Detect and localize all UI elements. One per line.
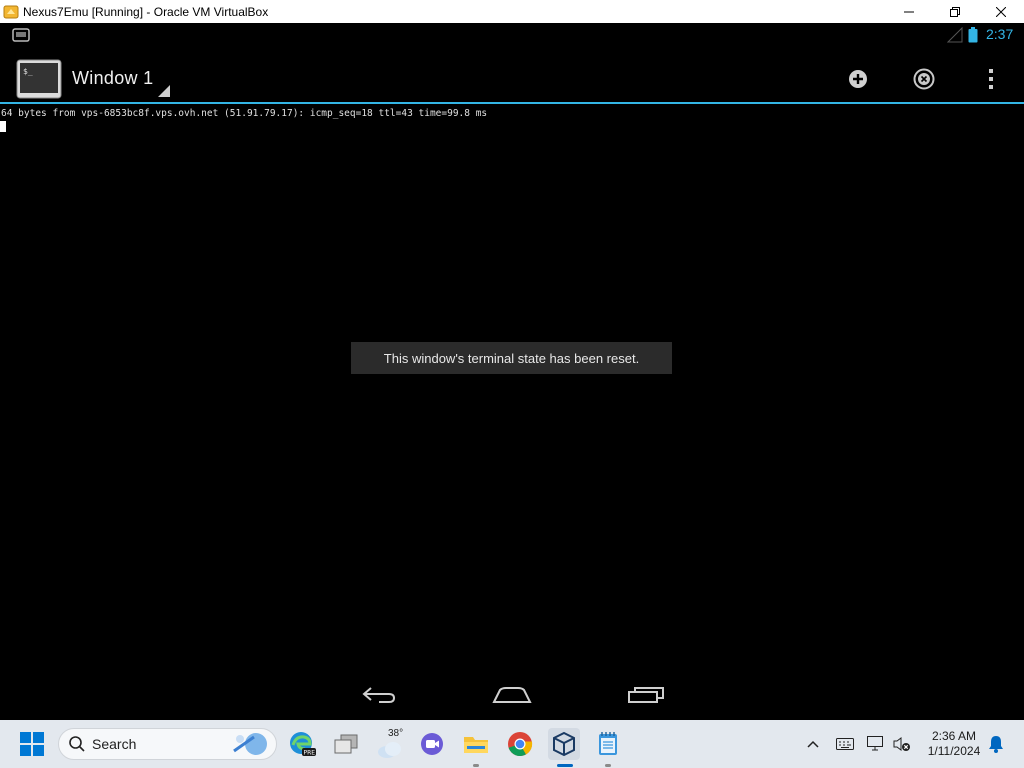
- new-window-icon: [849, 70, 867, 88]
- tray-time: 2:36 AM: [931, 729, 977, 743]
- volume-tray-button[interactable]: [892, 734, 912, 754]
- task-view-icon: [334, 734, 358, 754]
- svg-text:PRE: PRE: [304, 750, 316, 757]
- windows-start-icon[interactable]: [20, 732, 44, 756]
- weather-icon: [378, 742, 401, 758]
- svg-text:$_: $_: [23, 67, 33, 76]
- virtualbox-app-icon: [3, 5, 19, 18]
- notifications-button[interactable]: [986, 734, 1006, 754]
- overflow-menu-button[interactable]: [979, 67, 1003, 91]
- network-monitor-icon: [867, 736, 883, 751]
- taskbar-task-view[interactable]: [330, 728, 362, 760]
- volume-muted-icon: [893, 737, 910, 751]
- taskbar-file-explorer[interactable]: [460, 728, 492, 760]
- terminal-notification-icon: [12, 28, 30, 42]
- virtualbox-icon: [553, 731, 575, 757]
- close-icon: [996, 6, 1006, 17]
- terminal-cursor: [0, 121, 6, 132]
- tray-date: 1/11/2024: [927, 744, 981, 758]
- chevron-up-icon: [807, 740, 819, 748]
- back-icon: [362, 687, 396, 703]
- android-screen: 2:37 $_ Window 1 64 bytes from vps-6853b…: [0, 23, 1024, 720]
- taskbar-meet[interactable]: [416, 728, 448, 760]
- terminal-output-line: 64 bytes from vps-6853bc8f.vps.ovh.net (…: [1, 108, 488, 119]
- new-window-button[interactable]: [846, 67, 870, 91]
- overflow-menu-icon: [989, 69, 993, 89]
- chrome-icon: [508, 732, 533, 756]
- notepad-icon: [599, 732, 617, 755]
- file-explorer-icon: [464, 737, 488, 753]
- tray-clock[interactable]: 2:36 AM 1/11/2024: [924, 729, 984, 759]
- status-bar: 2:37: [0, 23, 1024, 47]
- search-highlight-icon: [233, 733, 267, 755]
- edge-icon: PRE: [290, 732, 316, 757]
- recents-button[interactable]: [627, 681, 665, 709]
- taskbar-virtualbox[interactable]: [548, 728, 580, 760]
- network-tray-button[interactable]: [866, 734, 886, 754]
- recents-icon: [628, 687, 664, 703]
- restore-icon: [950, 6, 960, 17]
- virtualbox-active-indicator: [557, 764, 573, 767]
- restore-button[interactable]: [932, 0, 978, 23]
- explorer-running-indicator: [473, 764, 479, 767]
- window-title-bar: Nexus7Emu [Running] - Oracle VM VirtualB…: [0, 0, 1024, 23]
- close-button[interactable]: [978, 0, 1024, 23]
- status-clock: 2:37: [986, 26, 1014, 42]
- toast-message: This window's terminal state has been re…: [351, 342, 672, 374]
- back-button[interactable]: [360, 681, 398, 709]
- close-window-button[interactable]: [912, 67, 936, 91]
- taskbar-chrome[interactable]: [504, 728, 536, 760]
- keyboard-icon: [836, 738, 854, 750]
- weather-temperature: 38°: [388, 728, 404, 739]
- navigation-bar: [0, 675, 1024, 715]
- signal-icon: [947, 27, 963, 43]
- show-hidden-icons-button[interactable]: [803, 734, 823, 754]
- action-bar-divider: [0, 102, 1024, 104]
- spinner-triangle-icon: [158, 85, 170, 97]
- action-bar: $_ Window 1: [0, 55, 1024, 103]
- search-placeholder: Search: [92, 736, 137, 752]
- minimize-icon: [904, 11, 914, 12]
- keyboard-tray-button[interactable]: [835, 734, 855, 754]
- battery-icon: [968, 27, 978, 43]
- minimize-button[interactable]: [886, 0, 932, 23]
- bell-icon: [989, 736, 1003, 753]
- close-window-icon: [913, 68, 935, 90]
- home-icon: [492, 687, 532, 703]
- taskbar: Search PRE 38° 2:36 AM 1/11/2024: [0, 720, 1024, 768]
- home-button[interactable]: [492, 681, 532, 709]
- terminal-app-icon[interactable]: $_: [16, 59, 62, 99]
- taskbar-notepad[interactable]: [592, 728, 624, 760]
- terminal-view[interactable]: 64 bytes from vps-6853bc8f.vps.ovh.net (…: [0, 108, 1024, 132]
- meet-icon: [421, 733, 443, 755]
- taskbar-search-box[interactable]: Search: [58, 728, 277, 760]
- notepad-running-indicator: [605, 764, 611, 767]
- window-title: Nexus7Emu [Running] - Oracle VM VirtualB…: [23, 4, 269, 19]
- window-spinner-label[interactable]: Window 1: [72, 68, 153, 89]
- taskbar-edge-beta[interactable]: PRE: [286, 728, 318, 760]
- search-icon: [69, 736, 85, 752]
